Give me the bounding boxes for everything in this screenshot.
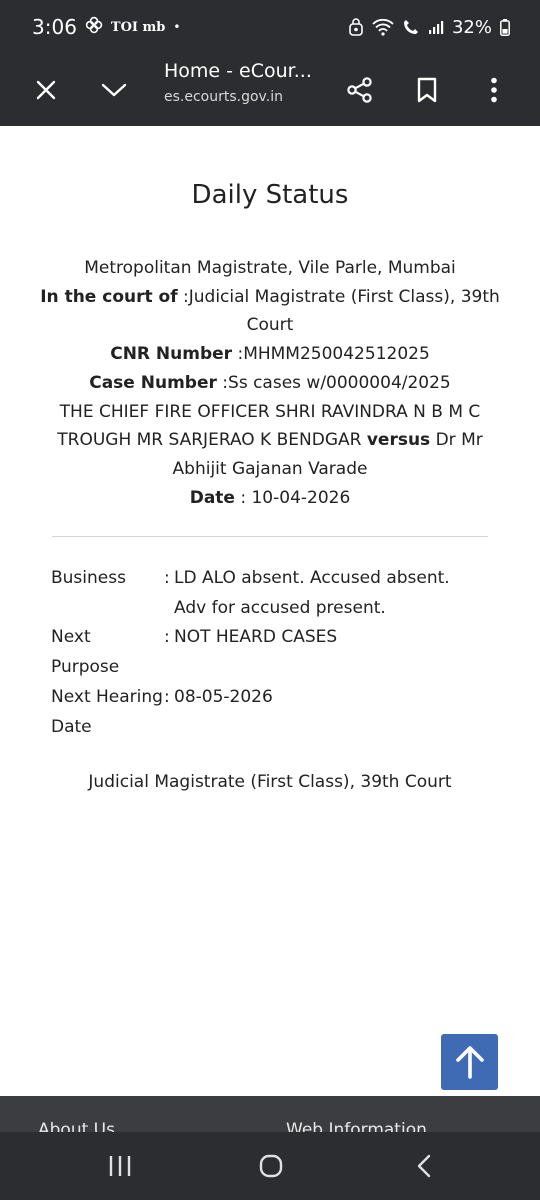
more-vert-icon[interactable] (472, 68, 516, 112)
notification-dot: • (173, 20, 181, 34)
detail-row-business: Business : LD ALO absent. Accused absent… (51, 564, 491, 623)
battery-percent: 32% (451, 16, 492, 38)
detail-label: Business (51, 568, 126, 588)
footer-link-about[interactable]: About Us (38, 1120, 115, 1132)
status-time: 3:06 (32, 15, 77, 39)
court-name-footer: Judicial Magistrate (First Class), 39th … (88, 772, 452, 792)
vpn-icon (348, 18, 364, 36)
battery-icon (500, 18, 510, 36)
share-icon[interactable] (338, 68, 382, 112)
detail-row-next-hearing: Next Hearing Date : 08-05-2026 (51, 683, 491, 742)
court-line: In the court of :Judicial Magistrate (Fi… (36, 283, 504, 340)
detail-value: LD ALO absent. Accused absent. Adv for a… (174, 568, 450, 618)
notification-app-label: TOI mb (110, 19, 166, 35)
versus-label: versus (366, 430, 431, 451)
date-line: Date : 10-04-2026 (36, 484, 504, 513)
cnr-value: :MHMM250042512025 (232, 344, 430, 365)
court-location: Metropolitan Magistrate, Vile Parle, Mum… (84, 258, 456, 278)
scroll-to-top-button[interactable] (441, 1034, 498, 1090)
browser-toolbar: Home - eCour... es.ecourts.gov.in (0, 54, 540, 126)
browser-url: es.ecourts.gov.in (164, 89, 283, 105)
date-value: : 10-04-2026 (234, 487, 351, 508)
pinwheel-icon (85, 16, 103, 39)
detail-value: 08-05-2026 (174, 686, 273, 707)
parties-line: THE CHIEF FIRE OFFICER SHRI RAVINDRA N B… (36, 398, 504, 484)
signal-icon (428, 19, 444, 35)
case-number-label: Case Number (89, 372, 217, 393)
bookmark-icon[interactable] (405, 68, 449, 112)
wifi-icon (372, 18, 394, 36)
system-nav-bar (0, 1132, 540, 1200)
chevron-down-icon[interactable] (92, 68, 136, 112)
home-icon[interactable] (249, 1146, 293, 1186)
arrow-up-icon (455, 1046, 484, 1079)
browser-page-title: Home - eCour... (164, 60, 312, 82)
case-info: Metropolitan Magistrate, Vile Parle, Mum… (36, 254, 504, 512)
status-details: Business : LD ALO absent. Accused absent… (51, 564, 491, 742)
cnr-label: CNR Number (110, 344, 233, 365)
detail-value: NOT HEARD CASES (174, 627, 338, 648)
page-heading: Daily Status (191, 180, 349, 210)
detail-colon: : (164, 627, 170, 648)
section-divider (52, 536, 488, 537)
detail-label: Next Hearing Date (51, 686, 163, 737)
case-number-line: Case Number :Ss cases w/0000004/2025 (36, 369, 504, 398)
cnr-line: CNR Number :MHMM250042512025 (36, 340, 504, 369)
court-label: In the court of (40, 286, 178, 307)
close-icon[interactable] (24, 68, 68, 112)
detail-colon: : (164, 568, 170, 588)
footer-link-web-info[interactable]: Web Information (286, 1120, 427, 1132)
page-title-block[interactable]: Home - eCour... es.ecourts.gov.in (164, 60, 324, 105)
court-value: :Judicial Magistrate (First Class), 39th… (177, 286, 500, 336)
call-icon (402, 18, 420, 36)
detail-colon: : (164, 686, 170, 707)
recent-apps-icon[interactable] (98, 1146, 142, 1186)
status-bar: 3:06 TOI mb • 32% (0, 0, 540, 54)
back-icon[interactable] (402, 1146, 446, 1186)
case-number-value: :Ss cases w/0000004/2025 (216, 372, 451, 393)
date-label: Date (189, 487, 235, 508)
detail-label: Next Purpose (51, 627, 120, 678)
detail-row-next-purpose: Next Purpose : NOT HEARD CASES (51, 623, 491, 682)
site-footer: About Us Web Information (0, 1096, 540, 1132)
